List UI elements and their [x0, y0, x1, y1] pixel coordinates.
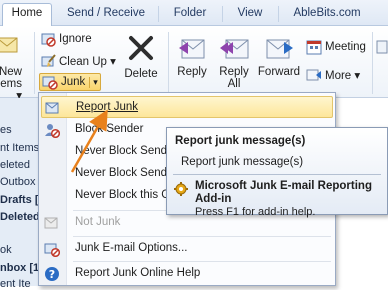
- block-sender-icon: [44, 122, 61, 139]
- report-junk-icon: [45, 100, 61, 116]
- report-junk-tooltip: Report junk message(s) Report junk messa…: [166, 127, 388, 218]
- menu-separator: [73, 236, 331, 237]
- junk-button[interactable]: Junk ▾: [39, 73, 101, 91]
- tooltip-help-text: Press F1 for add-in help.: [195, 206, 316, 218]
- menu-item-label: Not Junk: [75, 216, 121, 228]
- add-in-gear-icon: [173, 181, 189, 197]
- ignore-label: Ignore: [59, 33, 92, 45]
- tab-ablebits[interactable]: AbleBits.com: [284, 4, 370, 26]
- junk-icon: [42, 74, 58, 90]
- nav-folder-item[interactable]: eleted: [0, 159, 30, 171]
- tooltip-separator: [173, 174, 381, 175]
- tooltip-addin-title: Microsoft Junk E-mail Reporting Add-in: [195, 180, 372, 205]
- nav-folder-item[interactable]: Outbox: [0, 176, 35, 188]
- new-items-icon: [0, 34, 19, 64]
- reply-all-icon: [218, 32, 250, 64]
- folder-nav-pane: es nt Items eleted Outbox Drafts [2] Del…: [0, 98, 48, 290]
- ribbon-home: New ems ▾ Ignore Clean Up ▾ Junk ▾ Delet…: [0, 26, 388, 102]
- more-button[interactable]: More ▾: [306, 66, 360, 84]
- ignore-icon: [40, 31, 56, 47]
- tab-view[interactable]: View: [228, 4, 272, 26]
- ribbon-tab-strip: Home Send / Receive Folder View AbleBits…: [0, 0, 388, 27]
- menu-item-report-junk-online-help[interactable]: ? Report Junk Online Help: [41, 263, 333, 285]
- tooltip-title: Report junk message(s): [175, 135, 306, 147]
- nav-folder-item[interactable]: ok: [0, 244, 12, 256]
- delete-button[interactable]: Delete: [120, 32, 162, 80]
- reply-button[interactable]: Reply: [172, 32, 212, 78]
- tab-folder[interactable]: Folder: [164, 4, 216, 26]
- clean-up-label: Clean Up ▾: [59, 56, 116, 68]
- svg-text:?: ?: [49, 268, 55, 281]
- meeting-icon: [306, 39, 322, 55]
- nav-folder-item[interactable]: nt Items: [0, 142, 39, 154]
- clean-up-button[interactable]: Clean Up ▾: [40, 52, 116, 70]
- tab-send-receive[interactable]: Send / Receive: [60, 4, 152, 26]
- ribbon-overflow-icon: [376, 40, 388, 54]
- tooltip-description: Report junk message(s): [181, 156, 304, 168]
- menu-separator: [73, 261, 331, 262]
- forward-button[interactable]: Forward: [255, 32, 303, 78]
- menu-item-report-junk[interactable]: Report Junk: [41, 96, 333, 118]
- ribbon-group-divider: [34, 32, 35, 94]
- nav-folder-item[interactable]: ent Ite: [0, 278, 31, 290]
- tab-divider: [158, 6, 159, 22]
- reply-all-label: Reply All: [219, 66, 249, 90]
- junk-dropdown-chevron-icon: ▾: [89, 76, 98, 88]
- tab-home[interactable]: Home: [2, 3, 52, 27]
- ignore-button[interactable]: Ignore: [40, 30, 92, 48]
- tab-divider: [222, 6, 223, 22]
- nav-folder-item[interactable]: es: [0, 124, 12, 136]
- reply-label: Reply: [177, 66, 207, 78]
- menu-item-label: Junk E-mail Options...: [75, 242, 188, 254]
- more-label: More ▾: [325, 70, 361, 82]
- forward-label: Forward: [257, 66, 301, 78]
- tab-divider: [278, 6, 279, 22]
- clean-up-icon: [40, 53, 56, 69]
- help-icon: ?: [44, 266, 60, 282]
- delete-icon: [125, 32, 157, 64]
- forward-icon: [263, 32, 295, 64]
- menu-item-label: Report Junk Online Help: [75, 267, 201, 279]
- reply-all-button[interactable]: Reply All: [214, 32, 254, 90]
- menu-item-junk-email-options[interactable]: Junk E-mail Options...: [41, 238, 333, 260]
- new-items-label: New ems ▾: [0, 66, 22, 102]
- menu-item-label: Never Block Sender: [75, 145, 178, 157]
- meeting-label: Meeting: [325, 41, 366, 53]
- menu-item-label: Block Sender: [75, 123, 144, 135]
- not-junk-icon: [44, 215, 60, 231]
- junk-label: Junk: [61, 76, 86, 88]
- more-icon: [306, 67, 322, 83]
- delete-label: Delete: [124, 68, 158, 80]
- ribbon-group-divider: [168, 32, 169, 94]
- menu-item-label: Report Junk: [76, 101, 139, 113]
- reply-icon: [176, 32, 208, 64]
- ribbon-group-divider: [372, 32, 373, 94]
- junk-options-icon: [44, 241, 61, 258]
- meeting-button[interactable]: Meeting: [306, 38, 366, 56]
- new-items-button[interactable]: New ems ▾: [0, 34, 22, 102]
